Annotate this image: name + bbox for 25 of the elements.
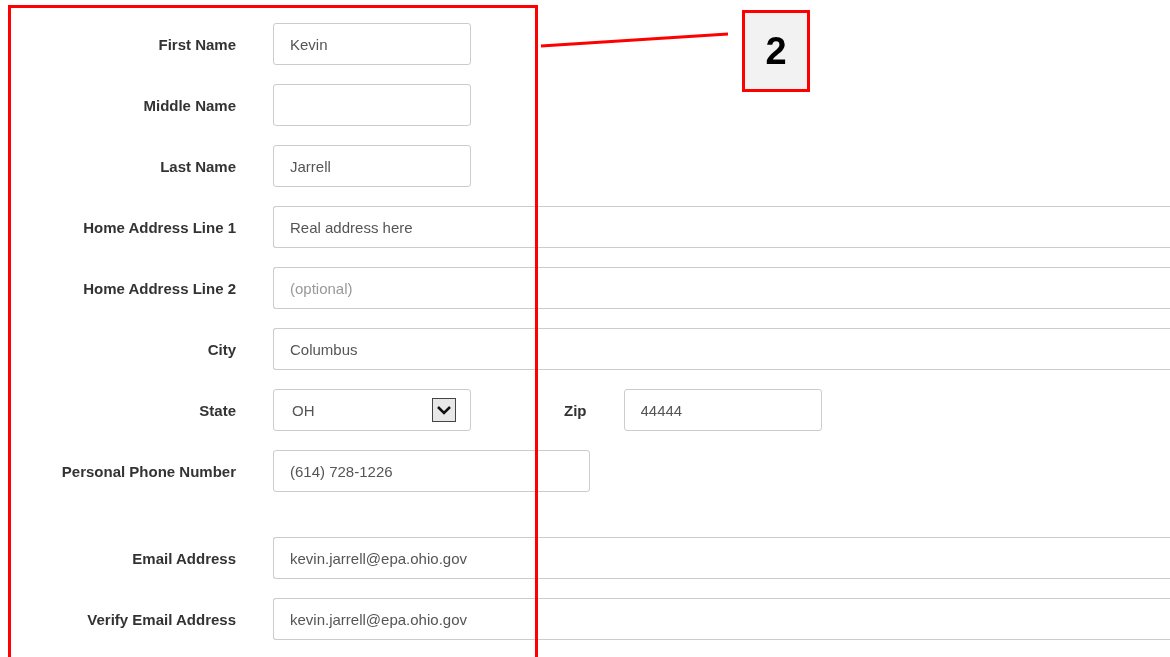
state-dropdown[interactable]: OH: [273, 389, 471, 431]
field-label: Home Address Line 2: [82, 279, 236, 297]
chevron-down-icon[interactable]: [432, 398, 456, 422]
text-field[interactable]: Kevin: [273, 23, 471, 65]
field-label: City: [206, 340, 236, 358]
text-field[interactable]: 44444: [623, 389, 822, 431]
text-field[interactable]: Real address here: [273, 206, 1170, 248]
field-label: Personal Phone Number: [60, 462, 236, 480]
field-label: Last Name: [159, 157, 236, 175]
field-label: Verify Email Address: [86, 610, 236, 628]
field-label: Zip: [564, 401, 587, 419]
field-label: Email Address: [131, 549, 236, 567]
text-field[interactable]: (optional): [273, 267, 1170, 309]
field-label: Middle Name: [142, 96, 236, 114]
step-number: 2: [742, 10, 810, 92]
text-field[interactable]: Columbus: [273, 328, 1170, 370]
dropdown-value: OH: [292, 401, 315, 419]
text-field[interactable]: [273, 84, 471, 126]
text-field[interactable]: (614) 728-1226: [273, 450, 590, 492]
text-field[interactable]: kevin.jarrell@epa.ohio.gov: [273, 598, 1170, 640]
field-label: Home Address Line 1: [82, 218, 236, 236]
field-label: First Name: [157, 35, 236, 53]
text-field[interactable]: kevin.jarrell@epa.ohio.gov: [273, 537, 1170, 579]
text-field[interactable]: Jarrell: [273, 145, 471, 187]
field-label: State: [198, 401, 236, 419]
